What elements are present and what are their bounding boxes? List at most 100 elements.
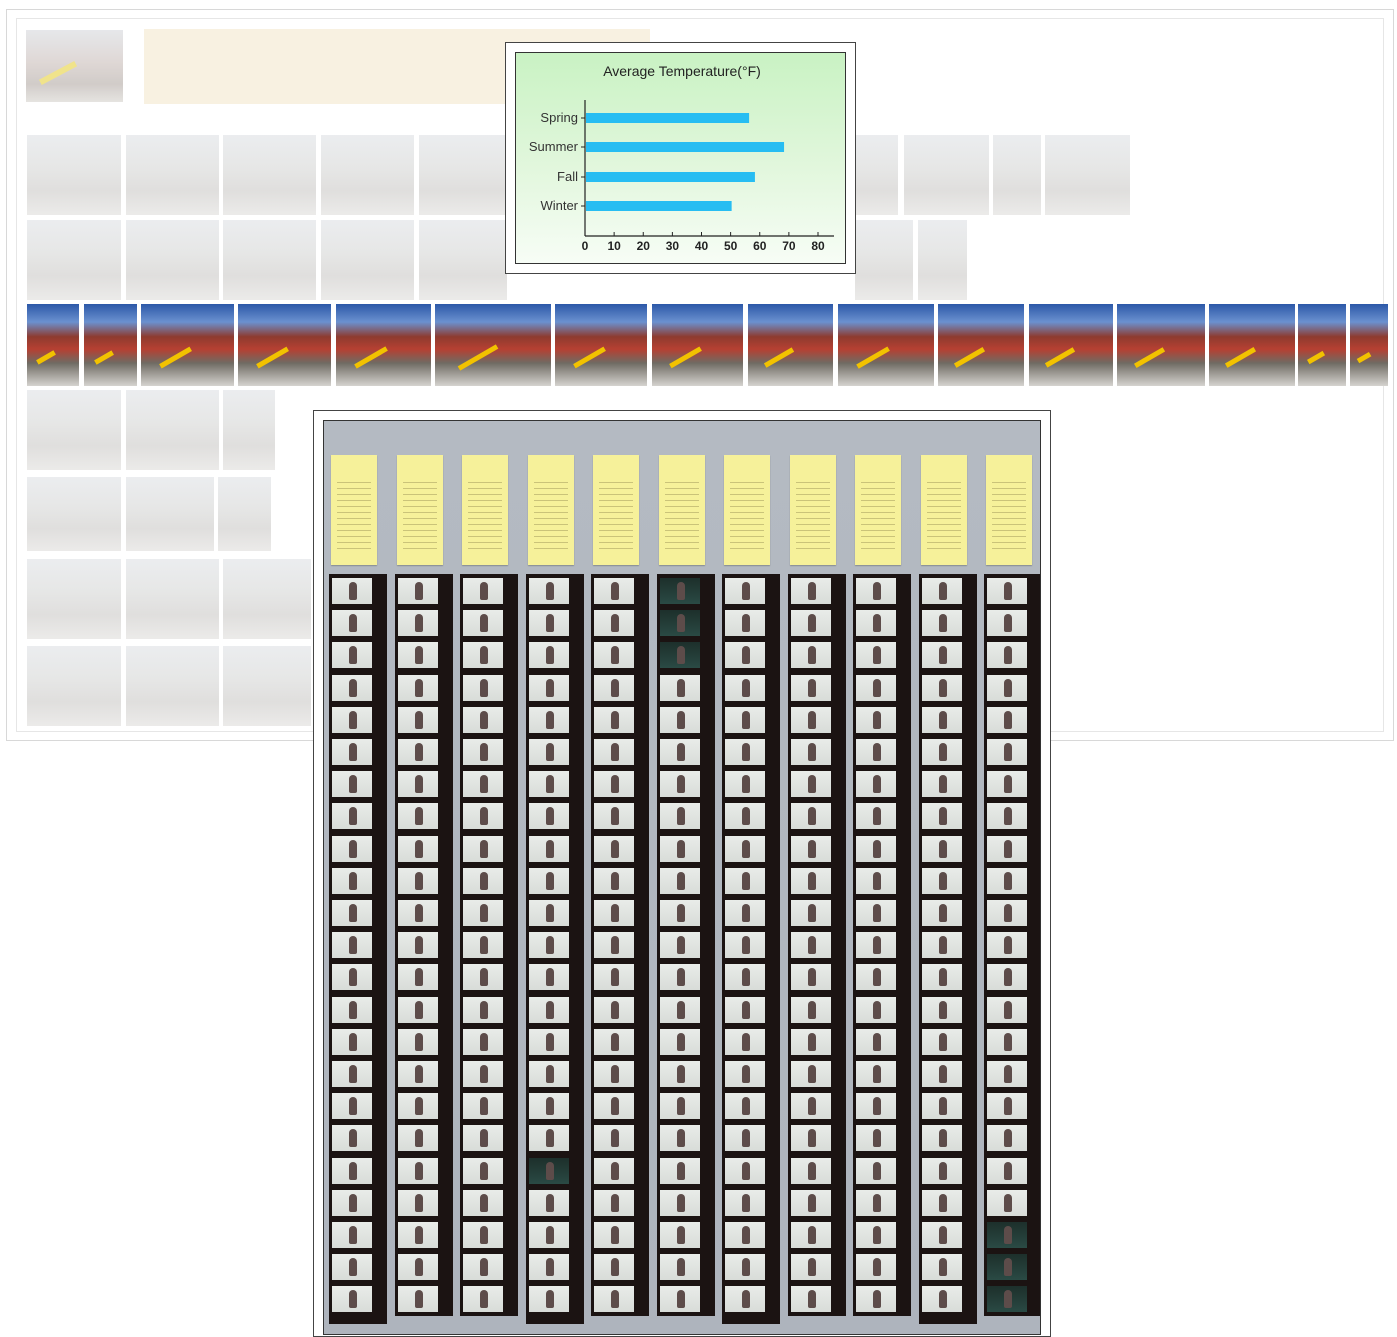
gallery-thumbnail[interactable]: [223, 390, 275, 470]
film-frame: [725, 1093, 765, 1120]
gallery-thumbnail[interactable]: [223, 646, 311, 726]
film-frame: [922, 932, 962, 959]
film-frame: [529, 739, 569, 765]
gallery-thumbnail-active[interactable]: [238, 304, 331, 386]
gallery-thumbnail[interactable]: [855, 135, 898, 215]
gallery-thumbnail-active[interactable]: [838, 304, 934, 386]
film-frame: [987, 900, 1027, 926]
gallery-thumbnail[interactable]: [126, 559, 219, 639]
gallery-thumbnail[interactable]: [918, 220, 967, 300]
film-strip: [919, 574, 977, 1324]
film-frame: [791, 1061, 831, 1087]
index-card: [593, 455, 639, 565]
gallery-thumbnail[interactable]: [126, 477, 214, 551]
header-thumbnail[interactable]: [26, 30, 123, 102]
film-frame: [791, 1125, 831, 1152]
gallery-thumbnail-active[interactable]: [336, 304, 431, 386]
gallery-thumbnail-active[interactable]: [1117, 304, 1205, 386]
film-frame: [725, 996, 765, 1023]
gallery-thumbnail[interactable]: [1045, 135, 1130, 215]
index-card: [724, 455, 770, 565]
film-frame: [987, 1125, 1027, 1152]
chart-title: Average Temperature(°F): [603, 63, 761, 79]
gallery-thumbnail[interactable]: [223, 559, 311, 639]
gallery-thumbnail[interactable]: [126, 135, 219, 215]
contact-sheet-photo: [323, 420, 1041, 1335]
gallery-thumbnail-active[interactable]: [748, 304, 833, 386]
gallery-thumbnail[interactable]: [904, 135, 989, 215]
film-frame: [987, 642, 1027, 669]
gallery-thumbnail-active[interactable]: [1029, 304, 1113, 386]
gallery-thumbnail[interactable]: [223, 135, 316, 215]
gallery-thumbnail[interactable]: [27, 135, 121, 215]
film-frame: [529, 1254, 569, 1281]
film-frame: [660, 835, 700, 862]
gallery-thumbnail-active[interactable]: [652, 304, 743, 386]
film-frame: [660, 1189, 700, 1216]
film-frame: [791, 1286, 831, 1313]
gallery-thumbnail-active[interactable]: [1298, 304, 1346, 386]
film-frame: [987, 996, 1027, 1023]
film-frame: [856, 674, 896, 701]
gallery-thumbnail[interactable]: [126, 220, 219, 300]
gallery-thumbnail-active[interactable]: [1209, 304, 1295, 386]
gallery-thumbnail[interactable]: [27, 559, 121, 639]
gallery-thumbnail[interactable]: [419, 220, 507, 300]
category-label-winter: Winter: [540, 198, 578, 213]
gallery-thumbnail[interactable]: [419, 135, 507, 215]
film-frame: [529, 1157, 569, 1184]
film-strip: [526, 574, 584, 1324]
film-frame: [398, 1254, 438, 1281]
gallery-thumbnail[interactable]: [126, 646, 219, 726]
film-frame: [332, 1254, 372, 1281]
film-frame: [660, 1157, 700, 1184]
film-frame: [791, 642, 831, 669]
gallery-thumbnail[interactable]: [855, 220, 913, 300]
x-tick-label: 10: [607, 239, 621, 253]
gallery-thumbnail[interactable]: [27, 477, 121, 551]
film-frame: [725, 706, 765, 733]
gallery-thumbnail[interactable]: [321, 220, 414, 300]
film-frame: [594, 932, 634, 959]
film-frame: [987, 1254, 1027, 1281]
gallery-thumbnail-active[interactable]: [84, 304, 137, 386]
film-frame: [398, 1157, 438, 1184]
film-frame: [529, 867, 569, 894]
gallery-thumbnail[interactable]: [218, 477, 271, 551]
gallery-thumbnail-active[interactable]: [555, 304, 647, 386]
film-frame: [332, 900, 372, 926]
film-frame: [332, 771, 372, 798]
film-frame: [463, 932, 503, 959]
film-frame: [398, 642, 438, 669]
film-frame: [463, 739, 503, 765]
film-frame: [725, 739, 765, 765]
gallery-thumbnail-active[interactable]: [1350, 304, 1388, 386]
film-frame: [922, 706, 962, 733]
film-frame: [594, 1125, 634, 1152]
film-strip: [984, 574, 1040, 1316]
gallery-thumbnail[interactable]: [27, 220, 121, 300]
gallery-thumbnail[interactable]: [321, 135, 414, 215]
film-frame: [529, 578, 569, 604]
film-frame: [463, 706, 503, 733]
film-frame: [529, 642, 569, 669]
film-frame: [725, 1254, 765, 1281]
gallery-thumbnail-active[interactable]: [435, 304, 551, 386]
film-frame: [463, 674, 503, 701]
gallery-thumbnail-active[interactable]: [141, 304, 234, 386]
gallery-thumbnail-active[interactable]: [938, 304, 1024, 386]
gallery-thumbnail[interactable]: [993, 135, 1041, 215]
gallery-thumbnail[interactable]: [27, 390, 121, 470]
film-frame: [529, 996, 569, 1023]
gallery-thumbnail[interactable]: [27, 646, 121, 726]
gallery-thumbnail[interactable]: [126, 390, 219, 470]
film-frame: [332, 1286, 372, 1313]
film-frame: [725, 1125, 765, 1152]
index-card: [331, 455, 377, 565]
gallery-thumbnail[interactable]: [223, 220, 316, 300]
film-frame: [660, 932, 700, 959]
gallery-thumbnail-active[interactable]: [27, 304, 79, 386]
film-frame: [856, 771, 896, 798]
film-frame: [660, 578, 700, 604]
film-frame: [725, 932, 765, 959]
